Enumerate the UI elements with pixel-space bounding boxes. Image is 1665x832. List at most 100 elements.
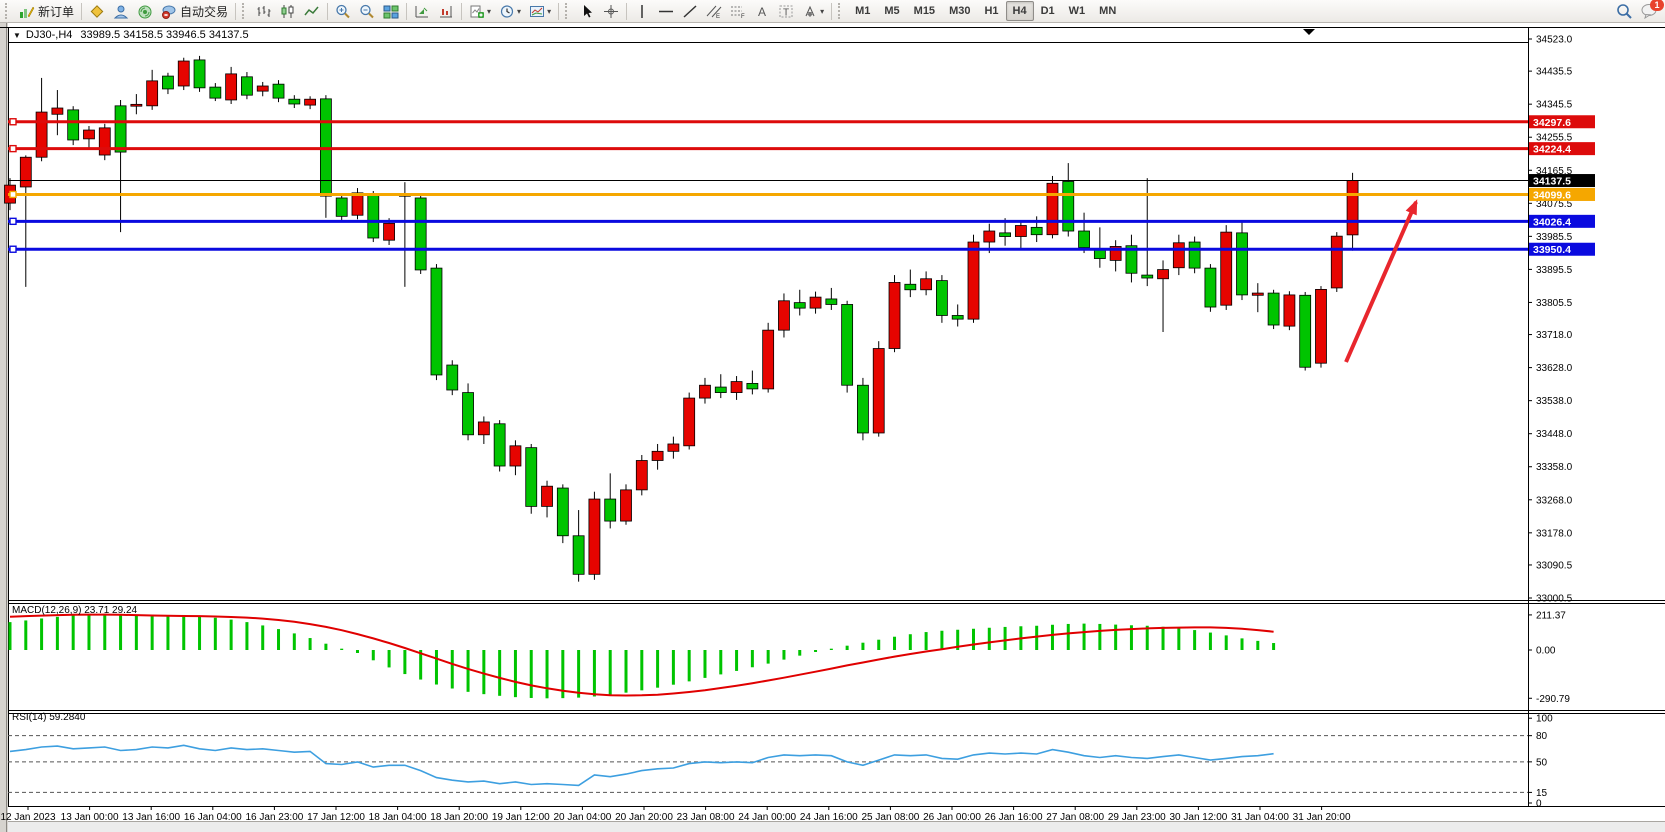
toolbar-separator — [327, 3, 328, 20]
hline-handle[interactable] — [10, 146, 16, 152]
cursor-button[interactable] — [575, 0, 599, 22]
time-tick-label: 19 Jan 12:00 — [492, 812, 550, 823]
tile-windows-button[interactable] — [379, 0, 403, 22]
zoom-in-button[interactable] — [331, 0, 355, 22]
linechart-icon — [304, 4, 320, 19]
time-tick-label: 23 Jan 08:00 — [677, 812, 735, 823]
chart-dropdown-icon[interactable]: ▼ — [13, 31, 21, 40]
autotrade-icon — [161, 4, 177, 19]
macd-histogram-bar — [546, 650, 549, 698]
candle-body — [526, 448, 537, 507]
candle-body — [889, 282, 900, 348]
search-icon — [1615, 3, 1633, 19]
time-tick-label: 16 Jan 04:00 — [184, 812, 242, 823]
macd-histogram-bar — [688, 650, 691, 681]
macd-histogram-bar — [261, 625, 264, 650]
crosshair-button[interactable] — [599, 0, 623, 22]
profile-icon — [113, 4, 129, 19]
candles-icon — [280, 4, 296, 19]
periods-button[interactable]: ▾ — [495, 0, 525, 22]
search-button[interactable] — [1611, 0, 1637, 22]
candle-body — [352, 193, 363, 215]
candle-body — [162, 76, 173, 89]
macd-histogram-bar — [324, 644, 327, 650]
candle-body — [1142, 275, 1153, 278]
trendline-button[interactable] — [678, 0, 702, 22]
macd-histogram-bar — [1051, 625, 1054, 650]
bar-chart-mode-button[interactable] — [252, 0, 276, 22]
macd-histogram-bar — [893, 637, 896, 650]
timeframe-button-m30[interactable]: M30 — [942, 1, 977, 21]
signals-button[interactable] — [133, 0, 157, 22]
time-tick-label: 25 Jan 08:00 — [861, 812, 919, 823]
chart-title[interactable]: ▼ DJ30-,H4 33989.5 34158.5 33946.5 34137… — [13, 29, 249, 41]
timeframe-button-mn[interactable]: MN — [1092, 1, 1123, 21]
candle-body — [794, 303, 805, 309]
macd-histogram-bar — [1272, 643, 1275, 650]
macd-histogram-bar — [182, 615, 185, 650]
timeframe-button-d1[interactable]: D1 — [1034, 1, 1062, 21]
toolbar-group-grip — [838, 3, 845, 19]
macd-histogram-bar — [940, 631, 943, 650]
zoom-out-button[interactable] — [355, 0, 379, 22]
macd-histogram-bar — [972, 629, 975, 650]
macd-histogram-bar — [40, 618, 43, 650]
candle-body — [83, 130, 94, 139]
text-button[interactable]: A — [750, 0, 774, 22]
candle-body — [463, 393, 474, 435]
price-tick-label: 33895.5 — [1536, 265, 1573, 276]
time-tick-label: 20 Jan 04:00 — [553, 812, 611, 823]
macd-histogram-bar — [1004, 627, 1007, 650]
macd-histogram-bar — [435, 650, 438, 685]
timeframe-button-h4[interactable]: H4 — [1006, 1, 1034, 21]
candle-body — [1158, 270, 1169, 279]
hline-handle[interactable] — [10, 218, 16, 224]
templates-button[interactable]: ▾ — [525, 0, 555, 22]
profile-button[interactable] — [109, 0, 133, 22]
candle-body — [478, 422, 489, 435]
chart-shift-button[interactable] — [434, 0, 458, 22]
hline-handle[interactable] — [10, 119, 16, 125]
new-order-icon — [19, 4, 35, 19]
timeframe-button-h1[interactable]: H1 — [977, 1, 1005, 21]
macd-histogram-bar — [925, 632, 928, 650]
candle-body — [226, 74, 237, 100]
hline-handle[interactable] — [10, 246, 16, 252]
horizontal-line-button[interactable] — [654, 0, 678, 22]
candle-chart-mode-button[interactable] — [276, 0, 300, 22]
macd-histogram-bar — [277, 629, 280, 650]
notifications-button[interactable]: 1 — [1637, 0, 1663, 22]
text-label-button[interactable]: T — [774, 0, 798, 22]
timeframe-button-m5[interactable]: M5 — [877, 1, 906, 21]
candle-body — [257, 86, 268, 91]
time-tick-label: 18 Jan 04:00 — [369, 812, 427, 823]
svg-text:F: F — [741, 14, 745, 19]
notification-count-badge: 1 — [1650, 0, 1664, 11]
line-chart-mode-button[interactable] — [300, 0, 324, 22]
fibonacci-button[interactable]: F — [726, 0, 750, 22]
macd-histogram-bar — [214, 618, 217, 650]
price-tick-label: 34345.5 — [1536, 100, 1573, 111]
new-order-button[interactable]: 新订单 — [15, 0, 78, 22]
favorites-button[interactable] — [85, 0, 109, 22]
macd-axis-label: -290.79 — [1536, 694, 1570, 705]
equidistant-channel-button[interactable]: E — [702, 0, 726, 22]
channel-icon: E — [706, 4, 722, 19]
arrows-button[interactable]: ▾ — [798, 0, 828, 22]
hline-handle[interactable] — [10, 191, 16, 197]
price-tick-label: 33718.0 — [1536, 330, 1573, 341]
macd-histogram-bar — [593, 650, 596, 696]
timeframe-button-w1[interactable]: W1 — [1062, 1, 1093, 21]
time-tick-label: 27 Jan 08:00 — [1046, 812, 1104, 823]
vertical-line-button[interactable] — [630, 0, 654, 22]
auto-trading-button[interactable]: 自动交易 — [157, 0, 232, 22]
auto-scroll-button[interactable] — [410, 0, 434, 22]
new-chart-button[interactable]: ▾ — [465, 0, 495, 22]
timeframe-button-m15[interactable]: M15 — [907, 1, 942, 21]
candle-body — [621, 490, 632, 521]
macd-histogram-bar — [577, 650, 580, 698]
macd-histogram-bar — [87, 614, 90, 650]
macd-histogram-bar — [798, 650, 801, 656]
toolbar-separator — [461, 3, 462, 20]
timeframe-button-m1[interactable]: M1 — [848, 1, 877, 21]
